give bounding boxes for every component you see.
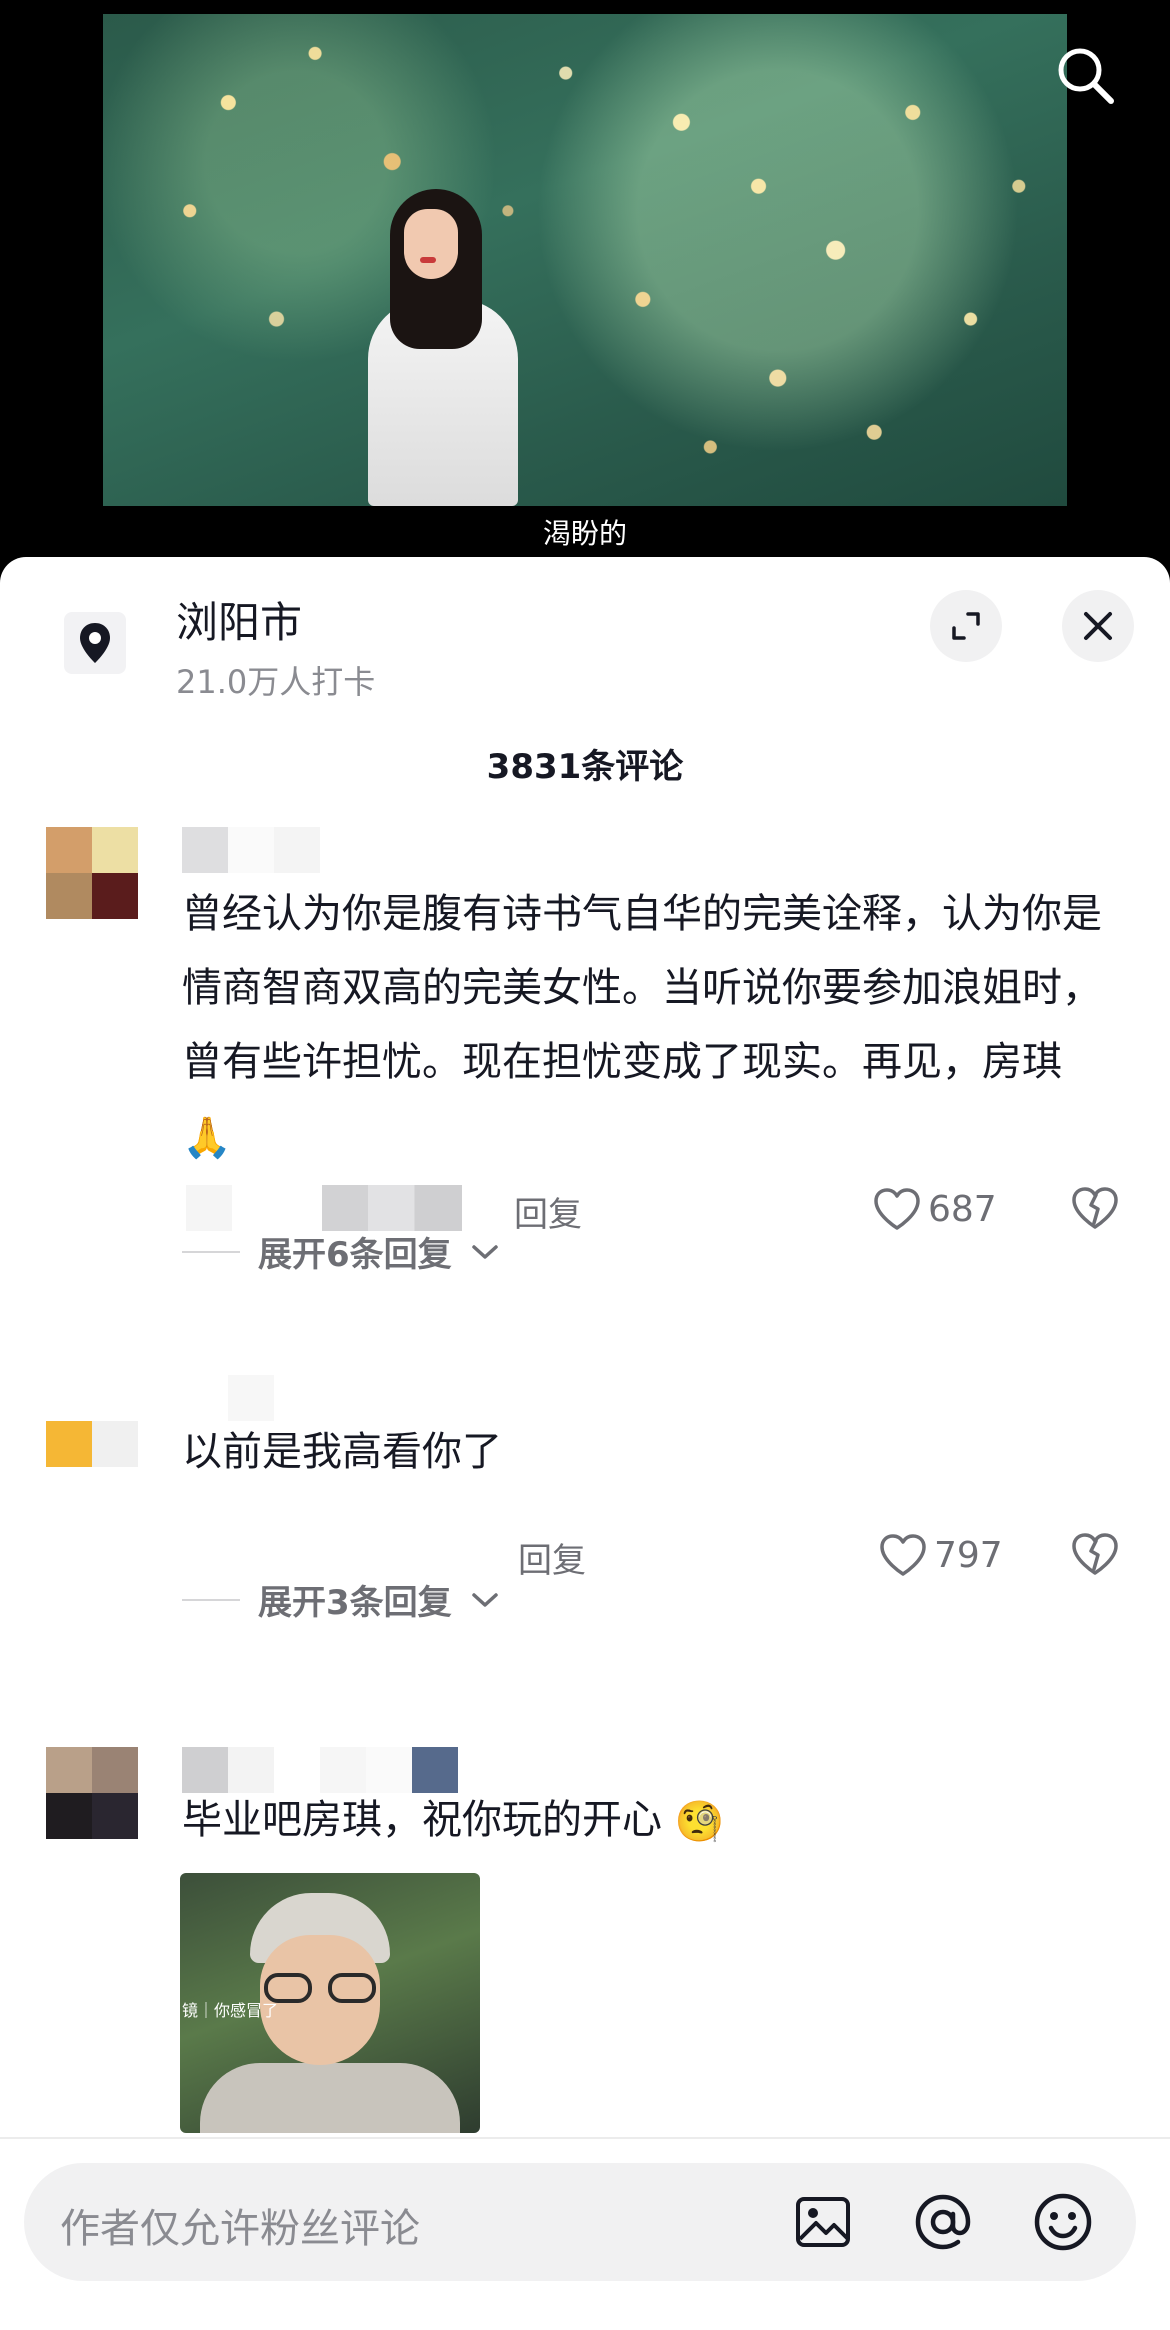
- emoji-button[interactable]: [1030, 2189, 1096, 2255]
- image-overlay-text: 镜｜你感冒了: [182, 2001, 279, 2020]
- comment-text: 以前是我高看你了: [182, 1429, 502, 1475]
- username-blurred[interactable]: [182, 827, 320, 873]
- like-button[interactable]: 797: [878, 1525, 1003, 1585]
- video-caption: 渴盼的: [542, 517, 627, 550]
- comment-text: 曾经认为你是腹有诗书气自华的完美诠释，认为你是情商智商双高的完美女性。当听说你要…: [182, 877, 1122, 1175]
- location-checkins: 21.0万人打卡: [176, 663, 376, 701]
- comment-sheet: 浏阳市 21.0万人打卡 3831条评论 曾经认为你是腹有诗书气自华的完美诠释，…: [0, 557, 1170, 2330]
- image-button[interactable]: [790, 2189, 856, 2255]
- location-blurred: [322, 1185, 462, 1231]
- broken-heart-icon: [1072, 1533, 1118, 1575]
- location-pin-icon: [80, 623, 110, 663]
- expand-icon: [952, 612, 980, 640]
- chevron-down-icon: [471, 1244, 498, 1259]
- like-count: 687: [928, 1188, 997, 1230]
- search-button[interactable]: [1050, 40, 1120, 110]
- avatar[interactable]: [46, 827, 138, 919]
- expand-replies-label: 展开3条回复: [258, 1583, 452, 1623]
- comment-input[interactable]: 作者仅允许粉丝评论: [24, 2163, 1136, 2281]
- expand-replies-label: 展开6条回复: [258, 1235, 452, 1275]
- location-name[interactable]: 浏阳市: [176, 589, 302, 650]
- comment-input-bar: 作者仅允许粉丝评论: [0, 2137, 1170, 2330]
- broken-heart-icon: [1072, 1187, 1118, 1229]
- heart-icon: [880, 1534, 926, 1576]
- at-icon: [915, 2194, 971, 2250]
- video-person: [368, 189, 518, 506]
- search-icon: [1058, 48, 1114, 104]
- comment-image[interactable]: 镜｜你感冒了: [180, 1873, 480, 2133]
- pray-emoji: 🙏: [182, 1115, 232, 1161]
- comment-input-placeholder: 作者仅允许粉丝评论: [60, 2206, 420, 2252]
- dislike-button[interactable]: [1070, 1531, 1120, 1581]
- avatar[interactable]: [46, 1375, 138, 1467]
- reply-button[interactable]: 回复: [514, 1187, 582, 1236]
- reply-button[interactable]: 回复: [518, 1533, 586, 1582]
- thinking-emoji: 🧐: [674, 1799, 725, 1845]
- dislike-button[interactable]: [1070, 1185, 1120, 1235]
- video-player[interactable]: 渴盼的: [0, 0, 1170, 580]
- close-button[interactable]: [1062, 590, 1134, 662]
- timestamp-blurred: [186, 1185, 232, 1231]
- expand-button[interactable]: [930, 590, 1002, 662]
- comment-item: 以前是我高看你了 回复 797: [0, 1375, 1170, 1581]
- close-icon: [1084, 612, 1112, 640]
- comment-count: 3831条评论: [486, 747, 684, 787]
- location-header[interactable]: 浏阳市 21.0万人打卡: [0, 557, 1170, 707]
- comment-item: 曾经认为你是腹有诗书气自华的完美诠释，认为你是情商智商双高的完美女性。当听说你要…: [0, 827, 1170, 1247]
- heart-icon: [874, 1188, 920, 1230]
- emoji-icon: [1034, 2193, 1092, 2251]
- location-icon-box: [64, 612, 126, 674]
- comment-item: 毕业吧房琪，祝你玩的开心 🧐 镜｜你感冒了: [0, 1747, 1170, 2147]
- mention-button[interactable]: [910, 2189, 976, 2255]
- expand-replies-button[interactable]: 展开3条回复: [182, 1575, 500, 1624]
- like-count: 797: [934, 1534, 1003, 1576]
- avatar[interactable]: [46, 1747, 138, 1839]
- expand-replies-button[interactable]: 展开6条回复: [182, 1227, 500, 1276]
- chevron-down-icon: [471, 1592, 498, 1607]
- video-frame[interactable]: [103, 14, 1067, 506]
- comment-text: 毕业吧房琪，祝你玩的开心 🧐: [182, 1783, 1122, 1859]
- image-icon: [796, 2197, 850, 2247]
- like-button[interactable]: 687: [872, 1179, 997, 1239]
